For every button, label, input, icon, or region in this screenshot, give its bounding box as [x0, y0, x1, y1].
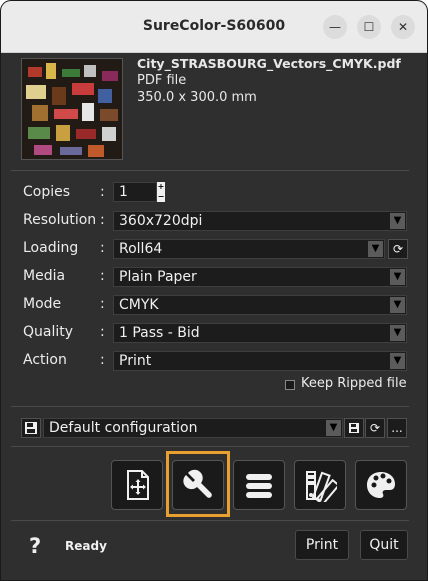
save-icon	[25, 422, 37, 434]
dropdown-arrow-icon: ▼	[368, 241, 383, 257]
action-value: Print	[119, 353, 152, 369]
separator	[11, 406, 409, 407]
dialog-content: City_STRASBOURG_Vectors_CMYK.pdf PDF fil…	[1, 54, 427, 580]
more-config-button[interactable]: ...	[387, 418, 407, 438]
media-select[interactable]: Plain Paper ▼	[113, 267, 407, 287]
configuration-value: Default configuration	[49, 420, 198, 436]
decrement-icon[interactable]: −	[157, 192, 165, 202]
refresh-icon: ⟳	[392, 242, 404, 256]
colon: :	[100, 184, 105, 200]
quit-button[interactable]: Quit	[360, 530, 408, 560]
dropdown-arrow-icon: ▼	[390, 297, 405, 313]
reload-config-button[interactable]: ⟳	[365, 418, 385, 438]
copies-input[interactable]: 1	[113, 182, 157, 202]
loading-value: Roll64	[119, 241, 163, 257]
separator	[11, 446, 409, 447]
copies-label: Copies	[23, 184, 71, 200]
colon: :	[100, 268, 105, 284]
save-button[interactable]	[344, 418, 364, 438]
mode-value: CMYK	[119, 297, 159, 313]
close-button[interactable]: ✕	[391, 15, 415, 39]
printer-dialog-window: SureColor-S60600 — ☐ ✕ City_STRASBOURG_V…	[0, 0, 428, 581]
loading-select[interactable]: Roll64 ▼	[113, 239, 385, 259]
list-icon	[246, 474, 272, 498]
save-icon	[349, 423, 359, 433]
increment-icon[interactable]: +	[157, 182, 165, 192]
mode-select[interactable]: CMYK ▼	[113, 295, 407, 315]
copies-stepper[interactable]: + −	[157, 182, 165, 202]
colon: :	[100, 212, 105, 228]
media-value: Plain Paper	[119, 269, 197, 285]
file-type: PDF file	[137, 73, 187, 88]
colon: :	[100, 324, 105, 340]
dropdown-arrow-icon: ▼	[390, 353, 405, 369]
colon: :	[100, 240, 105, 256]
resolution-label: Resolution	[23, 212, 97, 228]
separator	[11, 520, 409, 521]
layout-button[interactable]	[111, 460, 163, 510]
mode-label: Mode	[23, 296, 62, 312]
configuration-select[interactable]: Default configuration ▼	[43, 418, 343, 438]
save-config-button[interactable]	[21, 418, 41, 438]
dropdown-arrow-icon: ▼	[390, 269, 405, 285]
media-label: Media	[23, 268, 66, 284]
action-select[interactable]: Print ▼	[113, 351, 407, 371]
keep-ripped-label: Keep Ripped file	[301, 376, 407, 391]
settings-wrench-button[interactable]	[172, 460, 224, 510]
quality-select[interactable]: 1 Pass - Bid ▼	[113, 323, 407, 343]
swatches-icon	[306, 471, 337, 502]
palette-icon	[367, 472, 395, 498]
resolution-value: 360x720dpi	[119, 213, 203, 229]
title-bar: SureColor-S60600 — ☐ ✕	[1, 1, 427, 53]
file-dimensions: 350.0 x 300.0 mm	[137, 90, 257, 105]
maximize-button[interactable]: ☐	[357, 15, 381, 39]
quality-value: 1 Pass - Bid	[119, 325, 200, 341]
colon: :	[100, 296, 105, 312]
minimize-button[interactable]: —	[323, 15, 347, 39]
quality-label: Quality	[23, 324, 74, 340]
layout-icon	[127, 470, 149, 500]
dropdown-arrow-icon: ▼	[390, 325, 405, 341]
dropdown-arrow-icon: ▼	[390, 213, 405, 229]
print-button[interactable]: Print	[295, 530, 349, 560]
colon: :	[100, 352, 105, 368]
help-icon[interactable]: ?	[29, 534, 41, 558]
loading-label: Loading	[23, 240, 79, 256]
file-thumbnail	[21, 58, 123, 160]
dropdown-arrow-icon: ▼	[326, 420, 341, 436]
queue-list-button[interactable]	[233, 460, 285, 510]
color-swatches-button[interactable]	[294, 460, 346, 510]
keep-ripped-checkbox[interactable]	[285, 380, 295, 390]
separator	[11, 170, 409, 171]
resolution-select[interactable]: 360x720dpi ▼	[113, 211, 407, 231]
file-name: City_STRASBOURG_Vectors_CMYK.pdf	[137, 56, 401, 71]
wrench-icon	[183, 469, 212, 498]
action-label: Action	[23, 352, 67, 368]
status-text: Ready	[65, 539, 107, 553]
color-palette-button[interactable]	[355, 460, 407, 510]
refresh-icon: ⟳	[369, 421, 381, 435]
refresh-loading-button[interactable]: ⟳	[388, 239, 408, 259]
